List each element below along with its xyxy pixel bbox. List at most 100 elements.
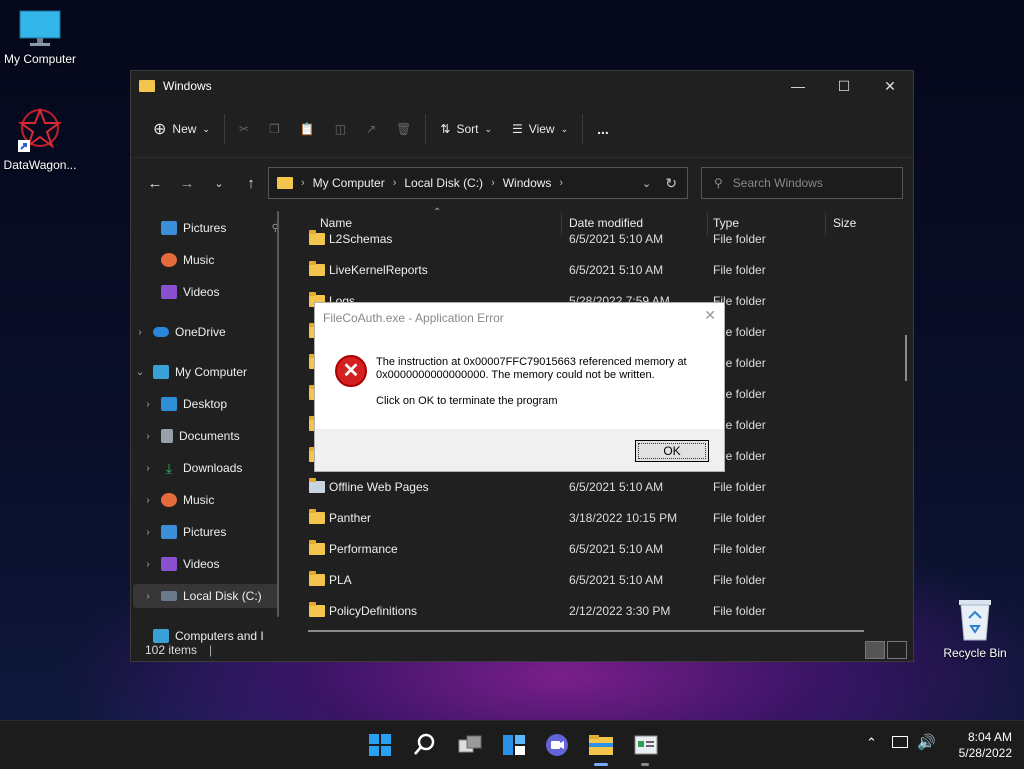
nav-item-documents[interactable]: › Documents [141, 424, 279, 448]
minimize-button[interactable]: — [775, 71, 821, 101]
app-taskbar-button[interactable] [632, 731, 660, 759]
nav-item-videos-quick[interactable]: Videos [141, 280, 279, 304]
table-row[interactable]: PolicyDefinitions 2/12/2022 3:30 PM File f… [289, 595, 889, 626]
start-button[interactable] [366, 731, 394, 759]
window-title: Windows [163, 79, 212, 93]
desktop-icon-recycle-bin[interactable]: Recycle Bin [935, 596, 1015, 660]
nav-item-music[interactable]: › Music [141, 488, 279, 512]
desktop-icon-label: DataWagon... [3, 158, 77, 172]
details-view-button[interactable] [865, 641, 885, 659]
chat-button[interactable] [543, 731, 571, 759]
breadcrumb-windows[interactable]: Windows [503, 176, 552, 190]
sort-button[interactable]: ⇅ Sort ⌄ [430, 113, 502, 145]
refresh-icon[interactable]: ↻ [665, 175, 677, 192]
active-indicator [594, 763, 608, 766]
recent-locations-button[interactable]: ⌄ [203, 177, 235, 190]
task-view-button[interactable] [456, 731, 484, 759]
drive-icon [161, 591, 177, 601]
tray-chevron-icon[interactable]: ⌃ [866, 735, 877, 751]
nav-item-onedrive[interactable]: › OneDrive [133, 320, 271, 344]
nav-item-pictures-quick[interactable]: Pictures ⚲ [141, 216, 279, 240]
search-icon: ⚲ [714, 176, 723, 190]
navigation-pane: Pictures ⚲ Music Videos › OneDrive ⌄ My Com… [131, 207, 281, 643]
file-name: LiveKernelReports [329, 262, 428, 277]
folder-icon [309, 539, 325, 555]
dialog-footer: OK [315, 429, 724, 471]
nav-item-downloads[interactable]: › ⤓ Downloads [141, 456, 279, 480]
folder-icon [309, 570, 325, 586]
tiles-view-button[interactable] [887, 641, 907, 659]
nav-item-pictures[interactable]: › Pictures [141, 520, 279, 544]
forward-button[interactable]: → [171, 175, 203, 192]
volume-icon[interactable]: 🔊 [917, 733, 936, 751]
horizontal-scrollbar[interactable] [308, 630, 864, 632]
more-icon: ... [597, 121, 609, 137]
rename-button[interactable]: ◫ [325, 113, 356, 145]
desktop-icon-label: Recycle Bin [943, 646, 1007, 660]
scissors-icon: ✂ [238, 122, 250, 136]
rename-icon: ◫ [334, 122, 347, 136]
table-row[interactable]: Panther 3/18/2022 10:15 PM File folder [289, 502, 889, 533]
maximize-button[interactable]: ☐ [821, 71, 867, 101]
folder-icon [277, 177, 293, 189]
dialog-close-button[interactable]: ✕ [704, 307, 716, 324]
file-type: File folder [713, 479, 766, 494]
widgets-button[interactable] [500, 731, 528, 759]
desktop-icon-my-computer[interactable]: My Computer [0, 10, 80, 66]
file-type: File folder [713, 231, 766, 246]
share-button[interactable]: ↗ [356, 113, 386, 145]
nav-scrollbar[interactable] [277, 211, 279, 617]
search-box[interactable]: ⚲ Search Windows [701, 167, 903, 199]
breadcrumb-my-computer[interactable]: My Computer [313, 176, 385, 190]
table-row[interactable]: Offline Web Pages 6/5/2021 5:10 AM File fo… [289, 471, 889, 502]
copy-icon: ❐ [269, 122, 280, 136]
ok-button[interactable]: OK [635, 440, 709, 462]
title-bar[interactable]: Windows — ☐ ✕ [131, 71, 913, 101]
up-button[interactable]: ↑ [235, 175, 267, 192]
web-folder-icon [309, 477, 325, 493]
nav-item-videos[interactable]: › Videos [141, 552, 279, 576]
clock[interactable]: 8:04 AM 5/28/2022 [959, 729, 1012, 761]
monitor-icon [19, 10, 61, 48]
vertical-scrollbar[interactable] [905, 335, 907, 381]
table-row[interactable]: PLA 6/5/2021 5:10 AM File folder [289, 564, 889, 595]
network-icon[interactable] [892, 736, 908, 748]
back-button[interactable]: ← [139, 175, 171, 192]
file-name: PLA [329, 572, 352, 587]
date-modified: 6/5/2021 5:10 AM [569, 262, 664, 277]
address-dropdown-button[interactable]: ⌄ [642, 177, 651, 190]
file-type: File folder [713, 510, 766, 525]
nav-item-music-quick[interactable]: Music [141, 248, 279, 272]
desktop-icon-datawagon[interactable]: DataWagon... [0, 106, 80, 172]
table-row[interactable]: LiveKernelReports 6/5/2021 5:10 AM File fo… [289, 254, 889, 285]
widgets-icon [503, 735, 525, 755]
monitor-icon [153, 365, 169, 379]
new-button[interactable]: ⊕ New ⌄ [143, 113, 220, 145]
table-row[interactable]: Performance 6/5/2021 5:10 AM File folder [289, 533, 889, 564]
more-button[interactable]: ... [587, 113, 619, 145]
nav-item-my-computer[interactable]: ⌄ My Computer [133, 360, 271, 384]
windows-logo-icon [369, 734, 391, 756]
share-icon: ↗ [366, 122, 377, 136]
network-icon [153, 629, 169, 643]
desktop-icon [161, 397, 177, 411]
address-bar[interactable]: › My Computer › Local Disk (C:) › Window… [268, 167, 688, 199]
nav-item-local-disk[interactable]: › Local Disk (C:) [133, 584, 279, 608]
table-row[interactable]: L2Schemas 6/5/2021 5:10 AM File folder [289, 223, 889, 254]
file-explorer-taskbar-button[interactable] [587, 731, 615, 759]
close-button[interactable]: ✕ [867, 71, 913, 101]
file-type: File folder [713, 541, 766, 556]
search-button[interactable] [411, 731, 439, 759]
breadcrumb-local-disk[interactable]: Local Disk (C:) [404, 176, 483, 190]
nav-item-network[interactable]: Computers and I [133, 624, 271, 643]
delete-button[interactable]: 🗑 [386, 113, 421, 145]
music-icon [161, 493, 177, 507]
view-button[interactable]: ☰ View ⌄ [502, 113, 578, 145]
app-shortcut-icon [16, 106, 64, 154]
cut-button[interactable]: ✂ [229, 113, 259, 145]
copy-button[interactable]: ❐ [259, 113, 290, 145]
nav-item-desktop[interactable]: › Desktop [141, 392, 279, 416]
paste-button[interactable]: 📋 [290, 113, 325, 145]
file-name: PolicyDefinitions [329, 603, 418, 618]
error-message: The instruction at 0x00007FFC79015663 re… [376, 356, 687, 381]
